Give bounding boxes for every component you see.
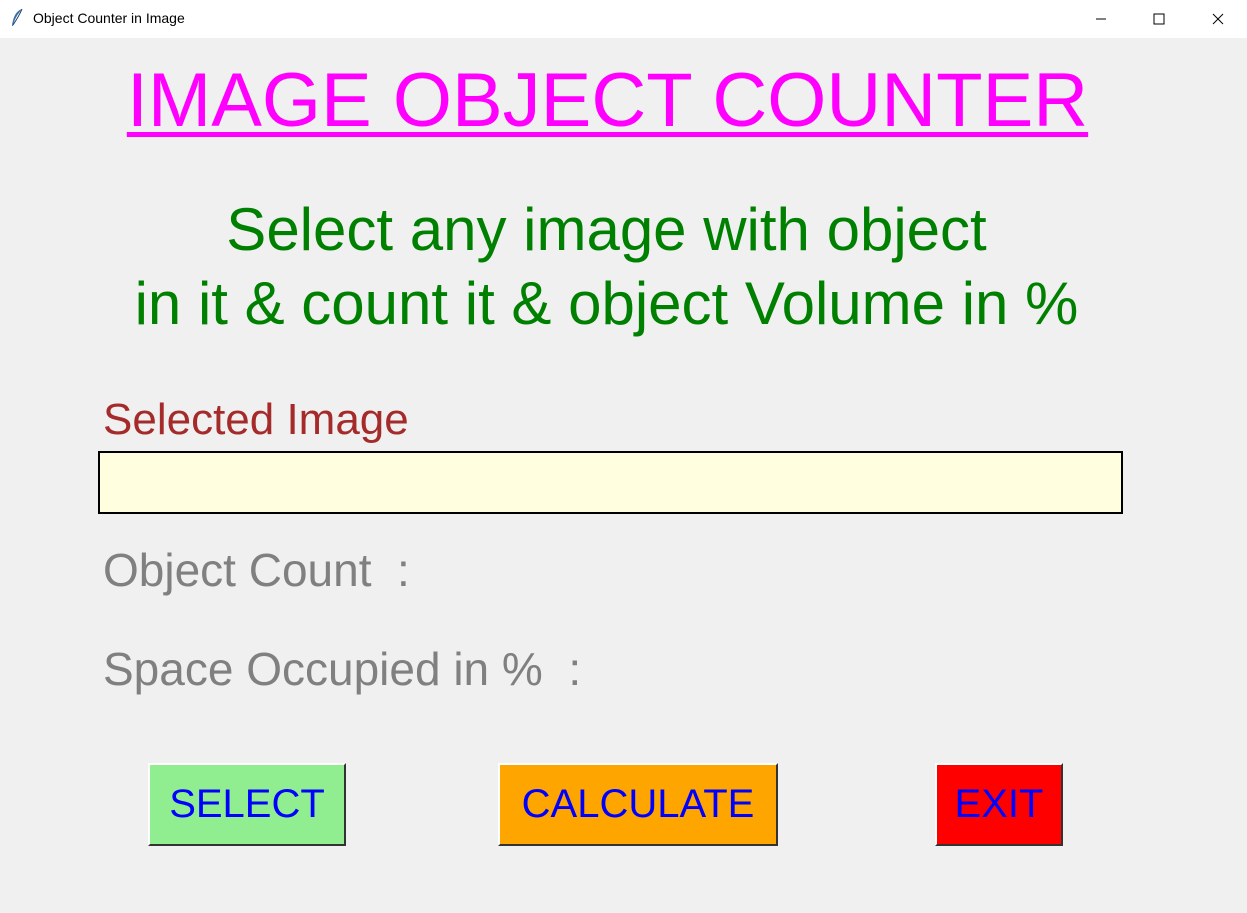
select-button[interactable]: SELECT — [148, 763, 346, 846]
exit-button[interactable]: EXIT — [935, 763, 1063, 846]
title-bar[interactable]: Object Counter in Image — [0, 0, 1247, 38]
space-occupied-label: Space Occupied in % : — [103, 643, 582, 695]
selected-image-label: Selected Image — [103, 395, 409, 444]
object-count-label: Object Count : — [103, 544, 410, 596]
calculate-button[interactable]: CALCULATE — [498, 763, 778, 846]
close-icon — [1212, 13, 1224, 25]
app-window: Object Counter in Image IMAGE OBJECT COU… — [0, 0, 1247, 913]
feather-icon — [10, 8, 24, 28]
maximize-icon — [1153, 13, 1165, 25]
minimize-icon — [1095, 13, 1107, 25]
close-button[interactable] — [1189, 0, 1247, 38]
subtitle-line-1: Select any image with object — [226, 196, 987, 263]
selected-image-field[interactable] — [98, 451, 1123, 514]
window-title: Object Counter in Image — [33, 10, 185, 26]
minimize-button[interactable] — [1072, 0, 1130, 38]
subtitle-line-2: in it & count it & object Volume in % — [134, 270, 1079, 337]
page-heading: IMAGE OBJECT COUNTER — [126, 58, 1089, 143]
maximize-button[interactable] — [1130, 0, 1188, 38]
